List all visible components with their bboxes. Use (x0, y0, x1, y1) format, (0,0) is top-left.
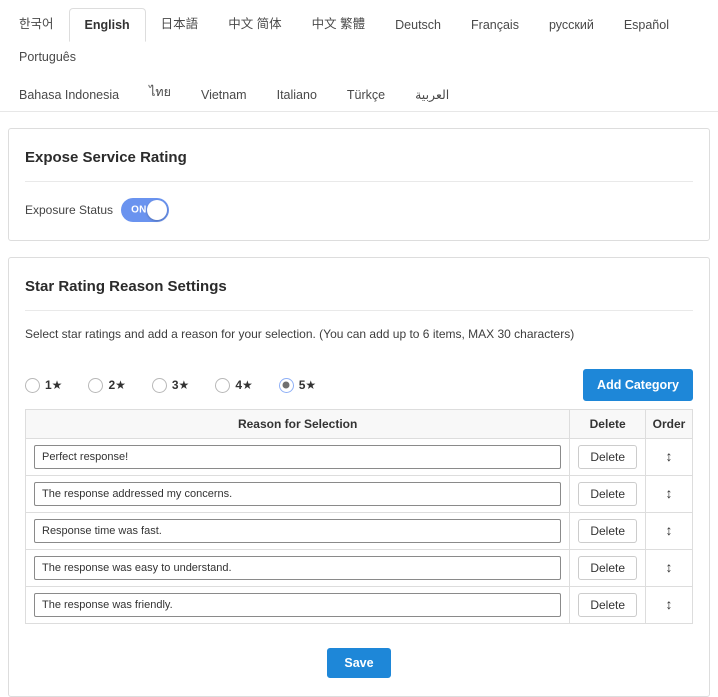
tab-spanish[interactable]: Español (609, 9, 684, 41)
delete-button-1[interactable]: Delete (578, 445, 637, 469)
tab-french[interactable]: Français (456, 9, 534, 41)
radio-icon (25, 378, 40, 393)
drag-order-icon[interactable]: ↕ (666, 449, 673, 463)
exposure-status-label: Exposure Status (25, 203, 113, 217)
language-tab-row-2: Bahasa Indonesia ไทย Vietnam Italiano Tü… (0, 73, 718, 111)
radio-option-5-star[interactable]: 5★ (279, 378, 316, 393)
reason-table: Reason for Selection Delete Order Delete… (25, 409, 693, 624)
radio-icon (215, 378, 230, 393)
expose-card-title: Expose Service Rating (25, 149, 693, 166)
star-rating-radio-group: 1★ 2★ 3★ 4★ 5★ (25, 378, 316, 393)
reason-card-description: Select star ratings and add a reason for… (25, 327, 693, 341)
tab-japanese[interactable]: 日本語 (146, 4, 214, 41)
tab-arabic[interactable]: العربية (400, 78, 464, 111)
reason-input-1[interactable] (34, 445, 561, 469)
tab-russian[interactable]: русский (534, 9, 609, 41)
toggle-on-label: ON (131, 205, 147, 216)
header-reason-for-selection: Reason for Selection (26, 410, 570, 439)
header-delete: Delete (570, 410, 646, 439)
language-tab-bar: 한국어 English 日本語 中文 简体 中文 繁體 Deutsch Fran… (0, 0, 718, 112)
radio-option-2-star[interactable]: 2★ (88, 378, 125, 393)
toggle-knob-icon (147, 200, 167, 220)
tab-chinese-traditional[interactable]: 中文 繁體 (297, 4, 380, 41)
delete-button-5[interactable]: Delete (578, 593, 637, 617)
tab-korean[interactable]: 한국어 (4, 4, 69, 41)
tab-german[interactable]: Deutsch (380, 9, 456, 41)
rating-controls-row: 1★ 2★ 3★ 4★ 5★ Add Category (25, 369, 693, 401)
drag-order-icon[interactable]: ↕ (666, 597, 673, 611)
save-button[interactable]: Save (327, 648, 390, 678)
table-row: Delete ↕ (26, 513, 693, 550)
tab-vietnam[interactable]: Vietnam (186, 79, 262, 111)
tab-thai[interactable]: ไทย (134, 73, 186, 111)
exposure-status-row: Exposure Status ON (25, 198, 693, 222)
reason-card-title: Star Rating Reason Settings (25, 278, 693, 295)
table-row: Delete ↕ (26, 476, 693, 513)
radio-option-1-star[interactable]: 1★ (25, 378, 62, 393)
language-tab-row-1: 한국어 English 日本語 中文 简体 中文 繁體 Deutsch Fran… (0, 4, 718, 73)
reason-input-2[interactable] (34, 482, 561, 506)
drag-order-icon[interactable]: ↕ (666, 560, 673, 574)
drag-order-icon[interactable]: ↕ (666, 486, 673, 500)
delete-button-3[interactable]: Delete (578, 519, 637, 543)
tab-turkish[interactable]: Türkçe (332, 79, 400, 111)
reason-input-3[interactable] (34, 519, 561, 543)
add-category-button[interactable]: Add Category (583, 369, 693, 401)
tab-portuguese[interactable]: Português (4, 41, 91, 73)
delete-button-4[interactable]: Delete (578, 556, 637, 580)
save-row: Save (25, 648, 693, 678)
table-row: Delete ↕ (26, 439, 693, 476)
tab-chinese-simplified[interactable]: 中文 简体 (213, 4, 296, 41)
reason-input-5[interactable] (34, 593, 561, 617)
expose-service-rating-card: Expose Service Rating Exposure Status ON (8, 128, 710, 241)
divider (25, 310, 693, 311)
drag-order-icon[interactable]: ↕ (666, 523, 673, 537)
radio-option-3-star[interactable]: 3★ (152, 378, 189, 393)
radio-icon (88, 378, 103, 393)
tab-italian[interactable]: Italiano (262, 79, 332, 111)
divider (25, 181, 693, 182)
delete-button-2[interactable]: Delete (578, 482, 637, 506)
reason-input-4[interactable] (34, 556, 561, 580)
radio-icon-selected (279, 378, 294, 393)
table-row: Delete ↕ (26, 587, 693, 624)
tab-english[interactable]: English (69, 8, 146, 42)
table-row: Delete ↕ (26, 550, 693, 587)
header-order: Order (646, 410, 693, 439)
star-rating-reason-card: Star Rating Reason Settings Select star … (8, 257, 710, 697)
radio-option-4-star[interactable]: 4★ (215, 378, 252, 393)
table-header-row: Reason for Selection Delete Order (26, 410, 693, 439)
radio-icon (152, 378, 167, 393)
tab-bahasa-indonesia[interactable]: Bahasa Indonesia (4, 79, 134, 111)
exposure-status-toggle[interactable]: ON (121, 198, 169, 222)
